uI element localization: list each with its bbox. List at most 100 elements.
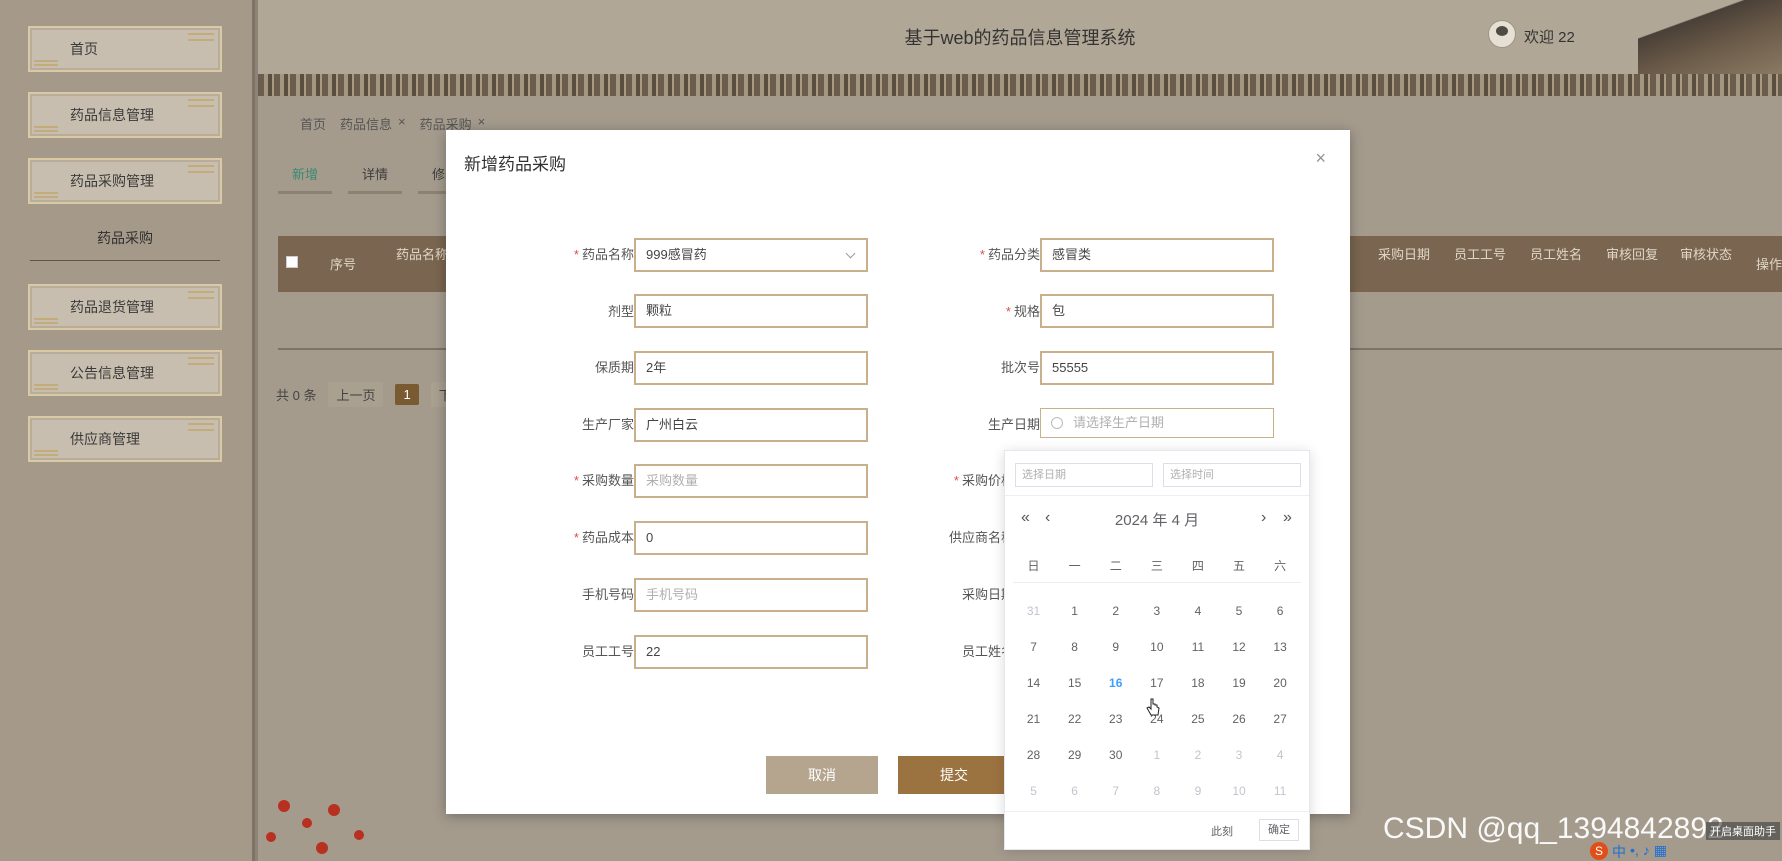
detail-button[interactable]: 详情 — [348, 160, 402, 194]
toolbar: 新增 详情 修改 — [278, 160, 472, 194]
calendar-day[interactable]: 27 — [1260, 712, 1301, 726]
ime-mode-icon[interactable]: 中 — [1612, 842, 1626, 861]
select-all-checkbox[interactable] — [286, 256, 298, 268]
tab-drug-info[interactable]: 药品信息 × — [340, 114, 406, 133]
sidebar-item-label: 公告信息管理 — [70, 365, 154, 381]
welcome-text[interactable]: 欢迎 22 — [1524, 26, 1575, 47]
calendar-day[interactable]: 8 — [1136, 784, 1177, 798]
batch-no-input[interactable]: 55555 — [1040, 351, 1274, 385]
calendar-day[interactable]: 30 — [1095, 748, 1136, 762]
quantity-input[interactable]: 采购数量 — [634, 464, 868, 498]
punctuation-icon[interactable]: •, — [1630, 842, 1639, 861]
sogou-icon[interactable]: S — [1590, 842, 1608, 860]
calendar-day[interactable]: 11 — [1260, 784, 1301, 798]
tab-home[interactable]: 首页 — [300, 114, 326, 133]
column-header[interactable]: 审核状态 — [1680, 244, 1732, 263]
employee-no-input[interactable]: 22 — [634, 635, 868, 669]
calendar-day[interactable]: 6 — [1260, 604, 1301, 618]
calendar-day[interactable]: 6 — [1054, 784, 1095, 798]
calendar-day[interactable]: 1 — [1054, 604, 1095, 618]
sidebar-item-drug-info[interactable]: 药品信息管理 — [28, 92, 222, 138]
avatar[interactable] — [1488, 20, 1516, 48]
ime-toolbar[interactable]: S 中 •, ♪ ▦ — [1590, 842, 1667, 861]
picker-header: « ‹ 2024 年 4 月 › » — [1005, 507, 1309, 531]
sidebar-item-home[interactable]: 首页 — [28, 26, 222, 72]
keyboard-icon[interactable]: ▦ — [1654, 842, 1667, 861]
calendar-day[interactable]: 31 — [1013, 604, 1054, 618]
time-input[interactable]: 选择时间 — [1163, 463, 1301, 487]
calendar-day[interactable]: 10 — [1218, 784, 1259, 798]
cancel-button[interactable]: 取消 — [766, 756, 878, 794]
calendar-day[interactable]: 28 — [1013, 748, 1054, 762]
calendar-day[interactable]: 3 — [1218, 748, 1259, 762]
calendar-day[interactable]: 17 — [1136, 676, 1177, 690]
column-header[interactable]: 员工工号 — [1454, 244, 1506, 263]
calendar-day[interactable]: 10 — [1136, 640, 1177, 654]
prev-page-button[interactable]: 上一页 — [328, 382, 384, 407]
calendar-day[interactable]: 14 — [1013, 676, 1054, 690]
column-header[interactable]: 审核回复 — [1606, 244, 1658, 263]
sidebar-item-notice[interactable]: 公告信息管理 — [28, 350, 222, 396]
calendar-day[interactable]: 9 — [1177, 784, 1218, 798]
calendar-day[interactable]: 26 — [1218, 712, 1259, 726]
sidebar-item-purchase[interactable]: 药品采购管理 — [28, 158, 222, 204]
sidebar-item-supplier[interactable]: 供应商管理 — [28, 416, 222, 462]
calendar-day[interactable]: 22 — [1054, 712, 1095, 726]
calendar-day[interactable]: 21 — [1013, 712, 1054, 726]
calendar-day[interactable]: 4 — [1177, 604, 1218, 618]
sidebar-item-returns[interactable]: 药品退货管理 — [28, 284, 222, 330]
calendar-day[interactable]: 25 — [1177, 712, 1218, 726]
shelf-life-input[interactable]: 2年 — [634, 351, 868, 385]
drug-name-select[interactable]: 999感冒药 — [634, 238, 868, 272]
next-year-icon[interactable]: » — [1283, 509, 1292, 527]
calendar-day[interactable]: 29 — [1054, 748, 1095, 762]
dosage-form-input[interactable]: 颗粒 — [634, 294, 868, 328]
mic-icon[interactable]: ♪ — [1643, 842, 1650, 861]
calendar-day[interactable]: 18 — [1177, 676, 1218, 690]
close-icon[interactable]: × — [398, 114, 406, 133]
column-header[interactable]: 员工姓名 — [1530, 244, 1582, 263]
weekday-label: 三 — [1150, 559, 1163, 573]
sidebar-subitem-purchase[interactable]: 药品采购 — [30, 228, 220, 261]
prod-date-picker[interactable]: 请选择生产日期 — [1040, 408, 1274, 438]
calendar-day[interactable]: 3 — [1136, 604, 1177, 618]
confirm-button[interactable]: 确定 — [1259, 819, 1299, 841]
calendar-day[interactable]: 19 — [1218, 676, 1259, 690]
calendar-day[interactable]: 5 — [1218, 604, 1259, 618]
next-month-icon[interactable]: › — [1261, 509, 1266, 527]
calendar-day[interactable]: 15 — [1054, 676, 1095, 690]
column-header[interactable]: 序号 — [330, 254, 356, 273]
calendar-day[interactable]: 1 — [1136, 748, 1177, 762]
calendar-day[interactable]: 13 — [1260, 640, 1301, 654]
now-button[interactable]: 此刻 — [1211, 823, 1233, 839]
calendar-day[interactable]: 2 — [1095, 604, 1136, 618]
spec-input[interactable]: 包 — [1040, 294, 1274, 328]
calendar-day[interactable]: 7 — [1013, 640, 1054, 654]
employee-no-label: 员工工号 — [581, 644, 634, 659]
calendar-day[interactable]: 5 — [1013, 784, 1054, 798]
close-icon[interactable]: × — [1315, 148, 1326, 169]
add-button[interactable]: 新增 — [278, 160, 332, 194]
manufacturer-input[interactable]: 广州白云 — [634, 408, 868, 442]
calendar-day[interactable]: 7 — [1095, 784, 1136, 798]
phone-input[interactable]: 手机号码 — [634, 578, 868, 612]
calendar-day[interactable]: 12 — [1218, 640, 1259, 654]
column-header[interactable]: 采购日期 — [1378, 244, 1430, 263]
calendar-day[interactable]: 9 — [1095, 640, 1136, 654]
page-number[interactable]: 1 — [395, 384, 419, 405]
calendar-day[interactable]: 16 — [1095, 676, 1136, 690]
submit-button[interactable]: 提交 — [898, 756, 1010, 794]
calendar-day[interactable]: 2 — [1177, 748, 1218, 762]
date-input[interactable]: 选择日期 — [1015, 463, 1153, 487]
supplier-label: 供应商名称 — [948, 530, 1014, 545]
category-input[interactable]: 感冒类 — [1040, 238, 1274, 272]
calendar-day[interactable]: 11 — [1177, 640, 1218, 654]
sidebar-item-label: 首页 — [70, 41, 98, 57]
calendar-day[interactable]: 8 — [1054, 640, 1095, 654]
calendar-day[interactable]: 23 — [1095, 712, 1136, 726]
calendar-day[interactable]: 20 — [1260, 676, 1301, 690]
calendar-week: 5 6 7 8 9 10 11 — [1013, 773, 1301, 809]
cost-input[interactable]: 0 — [634, 521, 868, 555]
column-header[interactable]: 药品名称 — [396, 244, 448, 263]
calendar-day[interactable]: 4 — [1260, 748, 1301, 762]
